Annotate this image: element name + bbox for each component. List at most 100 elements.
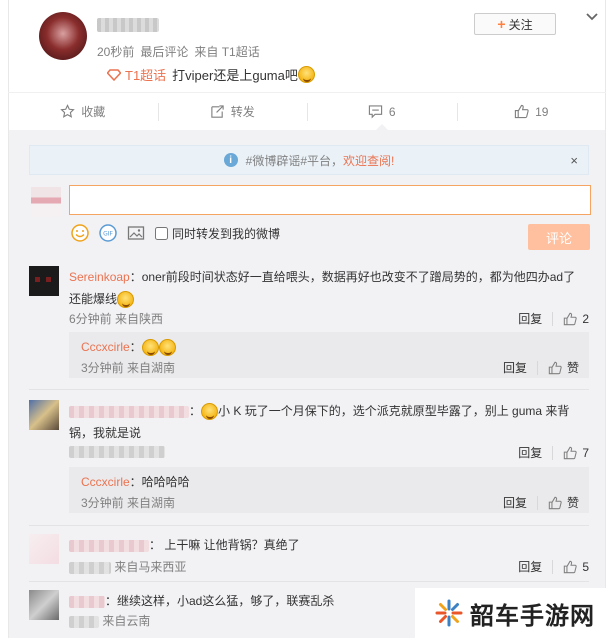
comment-meta: 来自马来西亚 [69, 558, 186, 575]
thumbs-up-icon[interactable] [563, 312, 577, 326]
comment-ops: 回复 5 [518, 558, 589, 575]
thumbs-up-icon[interactable] [548, 496, 562, 510]
star-icon [60, 104, 76, 118]
comment-meta [69, 444, 165, 458]
submit-comment-button[interactable]: 评论 [528, 224, 590, 250]
divider [536, 360, 538, 375]
favorite-label: 收藏 [81, 105, 106, 119]
repost-button[interactable]: 转发 [157, 93, 308, 130]
comment-input[interactable] [69, 185, 591, 215]
favorite-button[interactable]: 收藏 [8, 93, 158, 130]
topic-tag[interactable]: T1超话 [107, 65, 166, 84]
laugh-cry-emoji-icon [201, 403, 219, 421]
comment-body-line2: 还能爆线 [69, 292, 118, 306]
reply-button[interactable]: 回复 [518, 558, 542, 575]
commenter-name-blurred[interactable] [69, 595, 105, 608]
reply-button[interactable]: 回复 [503, 359, 527, 376]
meta-blurred [69, 561, 111, 574]
image-icon[interactable] [127, 224, 145, 242]
reply-body: ：哈哈哈哈 [129, 475, 190, 489]
notice-text[interactable]: #微博辟谣#平台， [246, 152, 343, 169]
notice-link[interactable]: 欢迎查阅! [343, 152, 394, 169]
reply-ops: 回复 赞 [503, 494, 579, 511]
reply-item: Cccxcirle： 3分钟前 来自湖南 回复 赞 [69, 332, 589, 378]
reply-body: ： [129, 340, 142, 354]
avatar[interactable] [29, 590, 59, 620]
comment-item: ： 小 K 玩了一个月保下的，选个派克就原型毕露了，别上 guma 来背 锅，我就… [29, 400, 589, 466]
comment-body-rest: 小 K 玩了一个月保下的，选个派克就原型毕露了，别上 guma 来背 [218, 404, 570, 418]
reply-button[interactable]: 回复 [518, 444, 542, 461]
smiley-icon[interactable] [71, 224, 89, 242]
divider [29, 581, 589, 582]
comment-body: ： [189, 404, 202, 418]
post-source[interactable]: 来自 T1超话 [194, 45, 259, 59]
reply-meta: 3分钟前 来自湖南 [81, 496, 176, 510]
commenter-name[interactable]: Sereinkoap [69, 270, 130, 284]
post-last-comment[interactable]: 最后评论 [140, 45, 188, 59]
reply-item: Cccxcirle：哈哈哈哈 3分钟前 来自湖南 回复 赞 [69, 467, 589, 513]
divider [552, 311, 554, 326]
reply-button[interactable]: 回复 [503, 494, 527, 511]
follow-button[interactable]: + 关注 [474, 13, 556, 35]
commenter-name-blurred[interactable] [69, 539, 149, 552]
avatar[interactable] [29, 534, 59, 564]
composer-tools: GIF 同时转发到我的微博 [71, 224, 280, 242]
like-word: 赞 [566, 496, 579, 510]
close-icon[interactable]: × [570, 153, 578, 168]
self-avatar[interactable] [31, 187, 61, 217]
reply-text: Cccxcirle： [81, 338, 176, 357]
reply-meta: 3分钟前 来自湖南 [81, 361, 176, 375]
meta-blurred [69, 445, 165, 458]
avatar[interactable] [29, 400, 59, 430]
repost-icon [211, 105, 224, 118]
like-count: 19 [535, 104, 549, 119]
comment-location: 来自马来西亚 [114, 560, 187, 574]
comment-icon [368, 105, 383, 119]
like-count: 7 [582, 445, 589, 460]
comment-body: ：oner前段时间状态好一直给喂头，数据再好也改变不了蹭局势的，都为他四办ad了 [129, 270, 576, 284]
watermark-text: 韶车手游网 [470, 601, 595, 630]
follow-label: 关注 [508, 17, 533, 32]
like-button[interactable]: 19 [456, 93, 607, 130]
divider [552, 559, 554, 574]
comment-ops: 回复 7 [518, 444, 589, 461]
diamond-icon [107, 68, 121, 81]
comment-meta: 6分钟前 来自陕西 [69, 312, 164, 326]
post-time[interactable]: 20秒前 [97, 45, 134, 59]
like-word: 赞 [566, 361, 579, 375]
comment-ops: 回复 2 [518, 310, 589, 327]
repost-label: 转发 [230, 105, 255, 119]
comment-button[interactable]: 6 [307, 93, 457, 131]
plus-icon: + [497, 16, 506, 32]
rumor-notice-bar: i #微博辟谣#平台， 欢迎查阅! × [29, 145, 589, 175]
post-meta: 20秒前 最后评论 来自 T1超话 [97, 43, 266, 60]
thumbs-up-icon[interactable] [548, 361, 562, 375]
comment-text: Sereinkoap：oner前段时间状态好一直给喂头，数据再好也改变不了蹭局势… [69, 266, 589, 310]
chevron-down-icon[interactable] [585, 10, 599, 24]
reply-button[interactable]: 回复 [518, 310, 542, 327]
divider [552, 445, 554, 460]
author-name-blurred[interactable] [97, 18, 159, 32]
repost-checkbox-input[interactable] [155, 226, 168, 240]
divider [29, 525, 589, 526]
comment-section: i #微博辟谣#平台， 欢迎查阅! × GIF 同时转发到我的微博 评论 Sere… [8, 130, 606, 638]
thumbs-up-icon[interactable] [563, 560, 577, 574]
thumbs-up-icon [514, 104, 529, 119]
reply-name[interactable]: Cccxcirle [81, 340, 130, 354]
repost-checkbox[interactable]: 同时转发到我的微博 [155, 225, 280, 242]
comment-meta: 来自云南 [69, 612, 150, 629]
post-content: T1超话 打viper还是上guma吧 [107, 65, 315, 84]
commenter-name-blurred[interactable] [69, 405, 189, 418]
reply-name[interactable]: Cccxcirle [81, 475, 130, 489]
info-icon: i [223, 153, 238, 167]
laugh-cry-emoji-icon [117, 291, 135, 309]
laugh-cry-emoji-icon [141, 339, 159, 357]
avatar[interactable] [29, 266, 59, 296]
avatar[interactable] [39, 12, 87, 60]
post-action-bar: 收藏 转发 6 19 [8, 92, 607, 131]
gif-icon[interactable]: GIF [99, 224, 117, 242]
snowflake-logo-icon [435, 599, 463, 627]
comment-text: ： 上干嘛 让他背锅？真绝了 [69, 534, 589, 556]
comment-body: ：继续这样，小ad这么猛，够了，联赛乱杀 [105, 594, 335, 608]
thumbs-up-icon[interactable] [563, 446, 577, 460]
